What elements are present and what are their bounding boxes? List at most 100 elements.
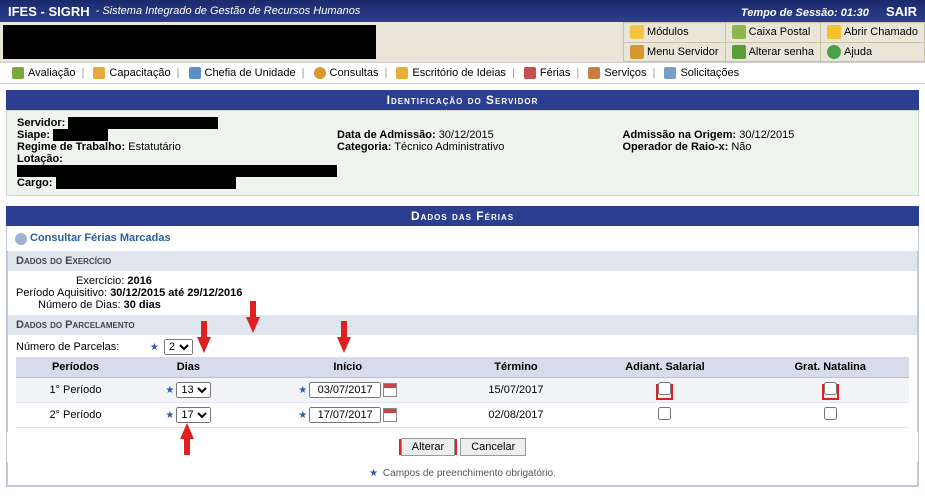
menu-consultas[interactable]: Consultas xyxy=(312,67,381,79)
highlight-alterar: Alterar xyxy=(399,439,457,455)
ticket-icon xyxy=(827,25,841,39)
siape-label: Siape: xyxy=(17,129,50,141)
servidor-label: Servidor: xyxy=(17,117,65,129)
solicitacoes-icon xyxy=(664,67,676,79)
header-row: Módulos Caixa Postal Abrir Chamado Menu … xyxy=(0,22,925,62)
col-periodos: Períodos xyxy=(16,357,135,378)
periodo-cell: 2° Período xyxy=(16,402,135,427)
adiant-checkbox-2[interactable] xyxy=(658,407,671,420)
inicio-input-1[interactable] xyxy=(309,382,381,398)
termino-cell: 02/08/2017 xyxy=(454,402,579,427)
required-footnote: ★ Campos de preenchimento obrigatório. xyxy=(7,462,918,486)
inicio-input-2[interactable] xyxy=(309,407,381,423)
capacitacao-icon xyxy=(93,67,105,79)
col-dias: Dias xyxy=(135,357,242,378)
consultar-ferias-link[interactable]: Consultar Férias Marcadas xyxy=(15,232,171,244)
menu-servicos[interactable]: Serviços xyxy=(586,67,648,79)
siape-val-redacted xyxy=(53,129,108,141)
user-info-redacted xyxy=(3,25,376,59)
logout-link[interactable]: SAIR xyxy=(886,4,917,19)
cancelar-button[interactable]: Cancelar xyxy=(460,438,526,456)
link-modulos[interactable]: Módulos xyxy=(624,23,726,43)
adiant-checkbox-1[interactable] xyxy=(658,382,671,395)
dados-exercicio-header: Dados do Exercício xyxy=(7,251,918,271)
lotacao-val-redacted xyxy=(17,165,337,177)
password-icon xyxy=(732,45,746,59)
periodo-cell: 1° Período xyxy=(16,377,135,402)
col-grat: Grat. Natalina xyxy=(752,357,909,378)
grat-checkbox-2[interactable] xyxy=(824,407,837,420)
servicos-icon xyxy=(588,67,600,79)
link-ajuda[interactable]: Ajuda xyxy=(821,42,925,62)
highlight-adiant-1 xyxy=(656,384,673,400)
calendar-icon[interactable] xyxy=(383,408,397,422)
admissao-origem-value: 30/12/2015 xyxy=(739,129,794,141)
system-desc: - Sistema Integrado de Gestão de Recurso… xyxy=(96,5,361,17)
menu-avaliacao[interactable]: Avaliação xyxy=(10,67,78,79)
dias-select-2[interactable]: 17 xyxy=(176,407,211,423)
grat-checkbox-1[interactable] xyxy=(824,382,837,395)
menu-chefia[interactable]: Chefia de Unidade xyxy=(187,67,298,79)
col-adiant: Adiant. Salarial xyxy=(578,357,751,378)
numero-dias-label: Número de Dias: xyxy=(38,299,121,311)
avaliacao-icon xyxy=(12,67,24,79)
numero-parcelas-label: Número de Parcelas: xyxy=(16,341,119,353)
menu-escritorio[interactable]: Escritório de Ideias xyxy=(394,67,508,79)
numero-parcelas-select[interactable]: 2 xyxy=(164,339,193,355)
regime-value: Estatutário xyxy=(128,141,181,153)
alterar-button[interactable]: Alterar xyxy=(401,438,455,456)
highlight-grat-1 xyxy=(822,384,839,400)
table-row: 2° Período ★17 ★ 02/08/2017 xyxy=(16,402,909,427)
servidor-val-redacted xyxy=(68,117,218,129)
exercicio-value: 2016 xyxy=(127,275,151,287)
link-caixa-postal[interactable]: Caixa Postal xyxy=(725,23,820,43)
help-icon xyxy=(827,45,841,59)
parcelamento-table: Períodos Dias Início Término Adiant. Sal… xyxy=(16,357,909,428)
chefia-icon xyxy=(189,67,201,79)
dias-select-1[interactable]: 13 xyxy=(176,382,211,398)
regime-label: Regime de Trabalho: xyxy=(17,141,125,153)
link-menu-servidor[interactable]: Menu Servidor xyxy=(624,42,726,62)
raiox-label: Operador de Raio-x: xyxy=(623,141,729,153)
search-icon xyxy=(15,233,27,245)
top-bar: IFES - SIGRH - Sistema Integrado de Gest… xyxy=(0,0,925,22)
session-time: Tempo de Sessão: 01:30 xyxy=(741,7,869,19)
col-inicio: Início xyxy=(242,357,454,378)
highlight-arrow-dias xyxy=(197,337,211,353)
menu-bar: Avaliação| Capacitação| Chefia de Unidad… xyxy=(0,62,925,84)
periodo-aquisitivo-value: 30/12/2015 até 29/12/2016 xyxy=(110,287,242,299)
periodo-aquisitivo-label: Período Aquisitivo: xyxy=(16,287,107,299)
menu-capacitacao[interactable]: Capacitação xyxy=(91,67,172,79)
dados-parcelamento-header: Dados do Parcelamento xyxy=(7,315,918,335)
link-alterar-senha[interactable]: Alterar senha xyxy=(725,42,820,62)
identificacao-box: Servidor: Siape: Regime de Trabalho: Est… xyxy=(6,110,919,196)
numero-dias-value: 30 dias xyxy=(124,299,161,311)
categoria-label: Categoria: xyxy=(337,141,391,153)
menu-ferias[interactable]: Férias xyxy=(522,67,573,79)
data-admissao-label: Data de Admissão: xyxy=(337,129,436,141)
cargo-val-redacted xyxy=(56,177,236,189)
highlight-arrow-inicio xyxy=(337,337,351,353)
termino-cell: 15/07/2017 xyxy=(454,377,579,402)
required-star: ★ xyxy=(150,342,159,353)
menu-solicitacoes[interactable]: Solicitações xyxy=(662,67,741,79)
dados-ferias-header: Dados das Férias xyxy=(6,206,919,226)
identificacao-header: Identificação do Servidor xyxy=(6,90,919,110)
col-termino: Término xyxy=(454,357,579,378)
raiox-value: Não xyxy=(731,141,751,153)
exercicio-label: Exercício: xyxy=(76,275,124,287)
menu-icon xyxy=(630,45,644,59)
system-name: IFES - SIGRH xyxy=(8,4,90,19)
categoria-value: Técnico Administrativo xyxy=(394,141,504,153)
consultas-icon xyxy=(314,67,326,79)
modules-icon xyxy=(630,25,644,39)
table-row: 1° Período ★13 ★ 15/07/2017 xyxy=(16,377,909,402)
link-abrir-chamado[interactable]: Abrir Chamado xyxy=(821,23,925,43)
mailbox-icon xyxy=(732,25,746,39)
calendar-icon[interactable] xyxy=(383,383,397,397)
module-links: Módulos Caixa Postal Abrir Chamado Menu … xyxy=(623,22,925,62)
escritorio-icon xyxy=(396,67,408,79)
admissao-origem-label: Admissão na Origem: xyxy=(623,129,737,141)
highlight-arrow-dias-up xyxy=(180,423,194,439)
data-admissao-value: 30/12/2015 xyxy=(439,129,494,141)
